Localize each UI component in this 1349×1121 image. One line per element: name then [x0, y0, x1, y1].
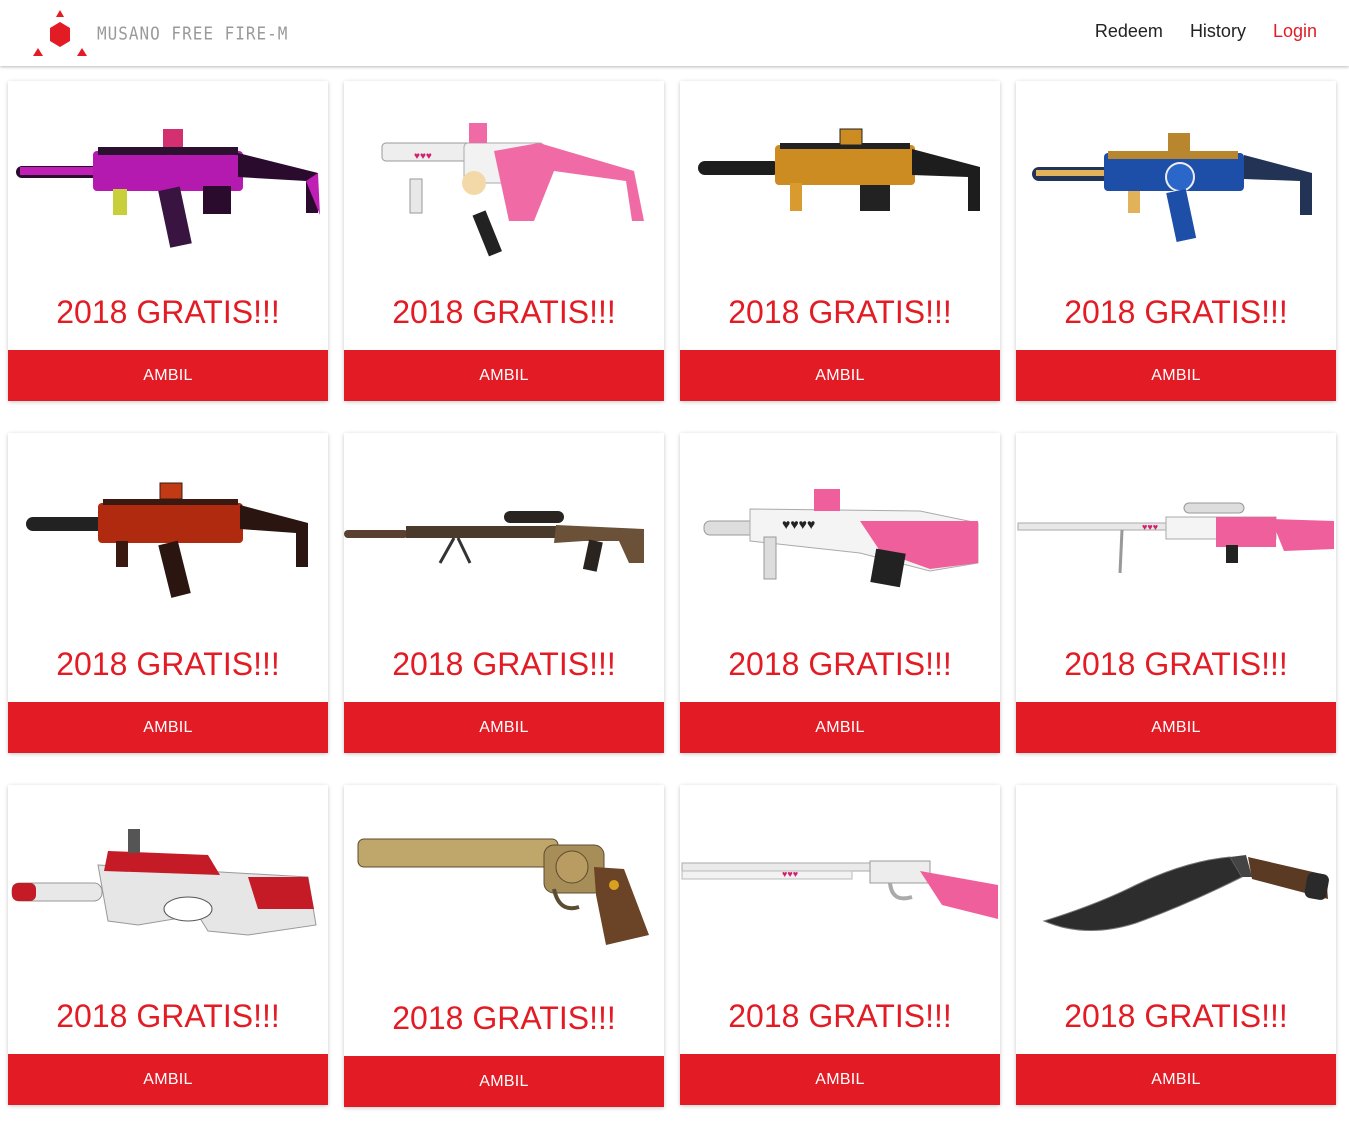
- kukri-knife-icon: [1042, 855, 1329, 931]
- product-card: ♥♥♥ 2018 GRATIS!!! AMBIL: [1016, 433, 1336, 753]
- sniper-pink-icon: ♥♥♥: [1017, 502, 1334, 574]
- shotgun-pink-icon: ♥♥♥: [681, 860, 998, 919]
- product-card: 2018 GRATIS!!! AMBIL: [8, 81, 328, 401]
- brand-name: MUSANO FREE FIRE-M: [97, 23, 289, 44]
- smg-pink-icon: ♥♥♥: [381, 123, 644, 257]
- product-card: ♥♥♥ 2018 GRATIS!!! AMBIL: [344, 81, 664, 401]
- svg-text:♥♥♥: ♥♥♥: [414, 151, 432, 162]
- product-card: 2018 GRATIS!!! AMBIL: [8, 433, 328, 753]
- smg-red-icon: [26, 482, 308, 598]
- product-card: 2018 GRATIS!!! AMBIL: [8, 785, 328, 1105]
- card-title: 2018 GRATIS!!!: [728, 998, 952, 1034]
- ambil-button[interactable]: AMBIL: [1016, 1054, 1336, 1105]
- smg-purple-icon: [16, 129, 320, 248]
- product-card: 2018 GRATIS!!! AMBIL: [680, 81, 1000, 401]
- product-card: 2018 GRATIS!!! AMBIL: [344, 785, 664, 1107]
- card-title: 2018 GRATIS!!!: [392, 646, 616, 682]
- product-card: 2018 GRATIS!!! AMBIL: [1016, 785, 1336, 1105]
- ambil-button[interactable]: AMBIL: [344, 1056, 664, 1107]
- product-card: ♥♥♥♥ 2018 GRATIS!!! AMBIL: [680, 433, 1000, 753]
- product-card: 2018 GRATIS!!! AMBIL: [344, 433, 664, 753]
- ambil-button[interactable]: AMBIL: [680, 702, 1000, 753]
- svg-text:♥♥♥: ♥♥♥: [782, 869, 798, 879]
- rifle-pink-icon: ♥♥♥♥: [703, 489, 979, 588]
- card-title: 2018 GRATIS!!!: [392, 294, 616, 330]
- ambil-button[interactable]: AMBIL: [344, 702, 664, 753]
- smg-gold-icon: [698, 128, 980, 211]
- ambil-button[interactable]: AMBIL: [8, 350, 328, 401]
- card-title: 2018 GRATIS!!!: [1064, 646, 1288, 682]
- ambil-button[interactable]: AMBIL: [8, 1054, 328, 1105]
- nav-history-link[interactable]: History: [1190, 21, 1246, 42]
- ambil-button[interactable]: AMBIL: [8, 702, 328, 753]
- product-card: 2018 GRATIS!!! AMBIL: [1016, 81, 1336, 401]
- card-title: 2018 GRATIS!!!: [56, 294, 280, 330]
- sniper-brown-icon: [344, 511, 644, 572]
- ambil-button[interactable]: AMBIL: [680, 1054, 1000, 1105]
- svg-text:♥♥♥: ♥♥♥: [1142, 522, 1158, 532]
- card-title: 2018 GRATIS!!!: [56, 646, 280, 682]
- nav-login-link[interactable]: Login: [1273, 21, 1317, 42]
- card-title: 2018 GRATIS!!!: [728, 294, 952, 330]
- card-title: 2018 GRATIS!!!: [1064, 998, 1288, 1034]
- smg-blue-icon: [1032, 133, 1312, 242]
- p90-red-icon: [11, 829, 317, 936]
- card-title: 2018 GRATIS!!!: [728, 646, 952, 682]
- ambil-button[interactable]: AMBIL: [1016, 350, 1336, 401]
- product-card: ♥♥♥ 2018 GRATIS!!! AMBIL: [680, 785, 1000, 1105]
- navbar: MUSANO FREE FIRE-M Redeem History Login: [0, 0, 1349, 66]
- svg-text:♥♥♥♥: ♥♥♥♥: [782, 516, 815, 532]
- ambil-button[interactable]: AMBIL: [1016, 702, 1336, 753]
- ambil-button[interactable]: AMBIL: [680, 350, 1000, 401]
- ambil-button[interactable]: AMBIL: [344, 350, 664, 401]
- card-title: 2018 GRATIS!!!: [56, 998, 280, 1034]
- nav-links: Redeem History Login: [1068, 21, 1317, 42]
- card-title: 2018 GRATIS!!!: [392, 1000, 616, 1036]
- card-title: 2018 GRATIS!!!: [1064, 294, 1288, 330]
- nav-redeem-link[interactable]: Redeem: [1095, 21, 1163, 42]
- revolver-gold-icon: [357, 838, 649, 945]
